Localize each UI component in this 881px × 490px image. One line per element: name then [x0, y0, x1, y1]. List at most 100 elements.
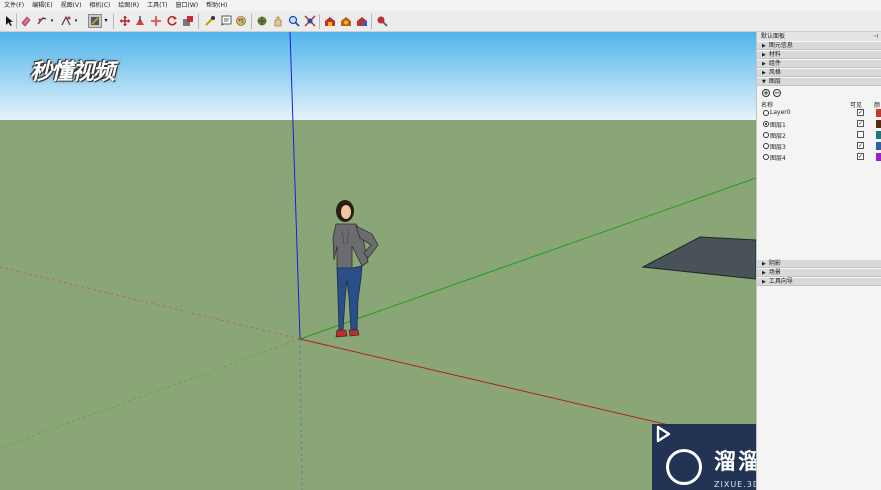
section-instructor[interactable]: ▶ 工具向导 [757, 277, 881, 286]
select-arrow-icon[interactable] [2, 14, 16, 28]
section-scenes[interactable]: ▶ 场景 [757, 268, 881, 277]
ground [0, 120, 756, 490]
expand-arrow-icon: ▶ [762, 52, 766, 58]
menu-window[interactable]: 窗口(W) [172, 0, 203, 11]
paint-icon[interactable] [234, 14, 248, 28]
push-pull-icon[interactable] [133, 14, 147, 28]
watermark-title: 溜溜自学 [714, 450, 756, 475]
expand-arrow-icon: ▶ [762, 61, 766, 67]
layer-row[interactable]: 图层4 ✓ [757, 152, 881, 163]
section-label: 阴影 [768, 260, 781, 267]
follow-me-icon[interactable] [165, 14, 179, 28]
model-viewport[interactable]: 秒懂视频 溜溜自学 ZIXUE.3D66.COM [0, 32, 756, 490]
active-layer-radio[interactable] [763, 154, 769, 160]
expand-arrow-icon: ▶ [762, 270, 766, 276]
expand-arrow-icon: ▶ [762, 261, 766, 267]
section-label: 图元信息 [768, 42, 793, 49]
tray-title: 默认面板 ⊣ [757, 32, 881, 41]
line-tool-icon[interactable] [35, 14, 49, 28]
section-label: 风格 [768, 69, 781, 76]
layer-name[interactable]: 图层4 [770, 153, 786, 162]
pan-hand-icon[interactable] [271, 14, 285, 28]
section-label: 工具向导 [768, 278, 793, 285]
collapse-arrow-icon: ▼ [762, 79, 766, 85]
dropdown-arrow-icon[interactable]: ▾ [102, 14, 110, 28]
layer-color-swatch[interactable] [876, 131, 881, 139]
visible-checkbox[interactable]: ✓ [857, 153, 864, 160]
share-model-icon[interactable] [355, 14, 369, 28]
scale-icon[interactable] [181, 14, 195, 28]
eraser-icon[interactable] [19, 14, 33, 28]
shape-tool-icon[interactable] [59, 14, 73, 28]
layer-color-swatch[interactable] [876, 109, 881, 117]
menu-draw[interactable]: 绘图(R) [114, 0, 143, 11]
visible-checkbox[interactable] [857, 131, 864, 138]
paint-bucket-icon[interactable] [88, 14, 102, 28]
menu-help[interactable]: 帮助(H) [202, 0, 231, 11]
zoom-extents-icon[interactable] [303, 14, 317, 28]
delete-layer-icon[interactable]: − [773, 88, 781, 97]
zoom-icon[interactable] [287, 14, 301, 28]
active-layer-radio[interactable] [763, 132, 769, 138]
section-shadows[interactable]: ▶ 阴影 [757, 259, 881, 268]
section-label: 材料 [768, 51, 781, 58]
section-entity-info[interactable]: ▶ 图元信息 [757, 41, 881, 50]
expand-arrow-icon: ▶ [762, 43, 766, 49]
dropdown-arrow-icon[interactable]: ▾ [73, 14, 79, 28]
play-icon [656, 425, 702, 485]
layer-list: Layer0 ✓ 图层1 ✓ 图层2 图层3 ✓ 图层4 ✓ [757, 108, 881, 259]
layer-name[interactable]: 图层3 [770, 142, 786, 151]
section-label: 场景 [768, 269, 781, 276]
section-styles[interactable]: ▶ 风格 [757, 68, 881, 77]
components-3d-icon[interactable] [339, 14, 353, 28]
layer-name[interactable]: 图层2 [770, 131, 786, 140]
layer-name[interactable]: Layer0 [770, 109, 791, 116]
layer-tools: + − [757, 86, 881, 99]
section-label: 组件 [768, 60, 781, 67]
section-layers[interactable]: ▼ 图层 [757, 77, 881, 86]
visible-checkbox[interactable]: ✓ [857, 109, 864, 116]
layer-row[interactable]: 图层3 ✓ [757, 141, 881, 152]
dropdown-arrow-icon[interactable]: ▾ [49, 14, 55, 28]
section-materials[interactable]: ▶ 材料 [757, 50, 881, 59]
active-layer-radio[interactable] [763, 143, 769, 149]
layer-name[interactable]: 图层1 [770, 120, 786, 129]
section-components[interactable]: ▶ 组件 [757, 59, 881, 68]
menu-bar: 文件(F) 编辑(E) 视图(V) 相机(C) 绘图(R) 工具(T) 窗口(W… [0, 0, 881, 11]
orbit-icon[interactable] [255, 14, 269, 28]
expand-arrow-icon: ▶ [762, 279, 766, 285]
move-icon[interactable] [118, 14, 132, 28]
watermark-url: ZIXUE.3D66.COM [714, 480, 756, 489]
visible-checkbox[interactable]: ✓ [857, 142, 864, 149]
channel-logo: 秒懂视频 [30, 59, 115, 85]
warehouse-icon[interactable] [323, 14, 337, 28]
section-label: 图层 [768, 78, 781, 85]
menu-tools[interactable]: 工具(T) [143, 0, 171, 11]
layer-color-swatch[interactable] [876, 153, 881, 161]
menu-camera[interactable]: 相机(C) [85, 0, 114, 11]
layer-color-swatch[interactable] [876, 120, 881, 128]
rotate-icon[interactable] [149, 14, 163, 28]
watermark: 溜溜自学 ZIXUE.3D66.COM [652, 424, 756, 490]
menu-view[interactable]: 视图(V) [57, 0, 86, 11]
visible-checkbox[interactable]: ✓ [857, 120, 864, 127]
expand-arrow-icon: ▶ [762, 70, 766, 76]
layer-row[interactable]: 图层2 [757, 130, 881, 141]
add-layer-icon[interactable]: + [762, 88, 770, 97]
active-layer-radio[interactable] [763, 110, 769, 116]
layer-color-swatch[interactable] [876, 142, 881, 150]
pin-icon[interactable]: ⊣ [873, 32, 878, 41]
extension-icon[interactable] [375, 14, 389, 28]
menu-file[interactable]: 文件(F) [0, 0, 28, 11]
scene-canvas [0, 32, 756, 490]
layer-row[interactable]: Layer0 ✓ [757, 108, 881, 119]
active-layer-radio[interactable] [763, 121, 769, 127]
tray-title-label: 默认面板 [761, 33, 786, 40]
layer-row[interactable]: 图层1 ✓ [757, 119, 881, 130]
tape-measure-icon[interactable] [203, 14, 217, 28]
menu-edit[interactable]: 编辑(E) [28, 0, 56, 11]
toolbar: ▾ ▾ ▾ [0, 11, 881, 32]
default-tray: 默认面板 ⊣ ▶ 图元信息 ▶ 材料 ▶ 组件 ▶ 风格 ▼ 图层 + − 名称 可见 颜… [756, 32, 881, 490]
text-tool-icon[interactable] [219, 14, 233, 28]
layer-list-header: 名称 可见 颜 [757, 99, 881, 109]
